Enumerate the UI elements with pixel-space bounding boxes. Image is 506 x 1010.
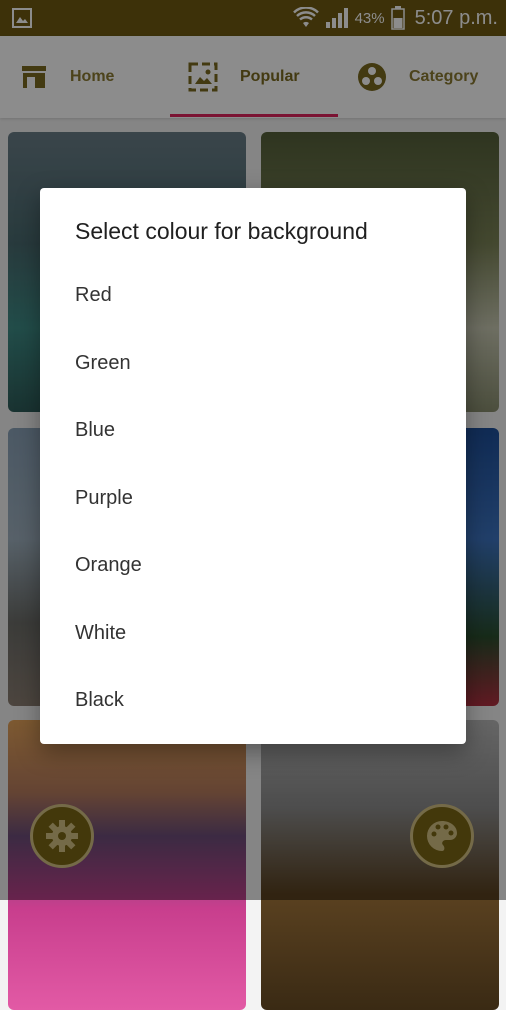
- option-black[interactable]: Black: [75, 689, 124, 712]
- dialog-title: Select colour for background: [75, 218, 368, 244]
- option-orange[interactable]: Orange: [75, 554, 142, 577]
- colour-select-dialog: Select colour for background Red Green B…: [40, 188, 466, 744]
- option-green[interactable]: Green: [75, 352, 131, 375]
- option-white[interactable]: White: [75, 622, 126, 645]
- option-purple[interactable]: Purple: [75, 487, 133, 510]
- option-red[interactable]: Red: [75, 284, 112, 307]
- option-blue[interactable]: Blue: [75, 419, 115, 442]
